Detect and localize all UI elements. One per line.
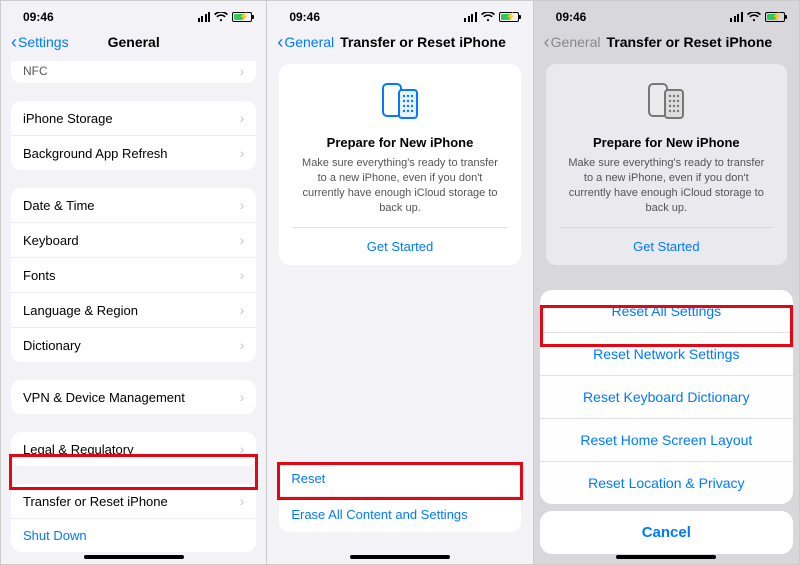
wifi-icon (214, 12, 228, 22)
wifi-icon (481, 12, 495, 22)
chevron-right-icon: › (240, 63, 245, 79)
prepare-card: Prepare for New iPhone Make sure everyth… (279, 64, 520, 265)
opt-reset-all-settings[interactable]: Reset All Settings (540, 290, 793, 332)
panel-body: Prepare for New iPhone Make sure everyth… (267, 61, 532, 564)
row-label: iPhone Storage (23, 111, 113, 126)
cellular-icon (730, 12, 743, 22)
row-label: NFC (23, 64, 48, 78)
nav-title: Transfer or Reset iPhone (340, 34, 506, 50)
settings-group: NFC › (11, 61, 256, 83)
chevron-right-icon: › (240, 232, 245, 248)
row-label: Transfer or Reset iPhone (23, 494, 168, 509)
row-label: VPN & Device Management (23, 390, 185, 405)
battery-icon: ⚡ (499, 12, 519, 22)
row-fonts[interactable]: Fonts › (11, 257, 256, 292)
row-nfc[interactable]: NFC › (11, 61, 256, 83)
cancel-button[interactable]: Cancel (540, 511, 793, 554)
row-dictionary[interactable]: Dictionary › (11, 327, 256, 362)
settings-group: Transfer or Reset iPhone › Shut Down (11, 484, 256, 552)
get-started-button[interactable]: Get Started (293, 227, 506, 265)
row-erase-all[interactable]: Erase All Content and Settings (279, 496, 520, 532)
opt-reset-network-settings[interactable]: Reset Network Settings (540, 332, 793, 375)
chevron-right-icon: › (240, 389, 245, 405)
status-bar: 09:46 ⚡ (534, 1, 799, 27)
wifi-icon (747, 12, 761, 22)
row-bg-app-refresh[interactable]: Background App Refresh › (11, 135, 256, 170)
chevron-right-icon: › (240, 441, 245, 457)
cellular-icon (464, 12, 477, 22)
chevron-right-icon: › (240, 110, 245, 126)
status-bar: 09:46 ⚡ (267, 1, 532, 27)
battery-icon: ⚡ (232, 12, 252, 22)
status-time: 09:46 (556, 10, 587, 24)
row-iphone-storage[interactable]: iPhone Storage › (11, 101, 256, 135)
row-language-region[interactable]: Language & Region › (11, 292, 256, 327)
home-indicator (616, 555, 716, 559)
opt-reset-location-privacy[interactable]: Reset Location & Privacy (540, 461, 793, 504)
chevron-right-icon: › (240, 267, 245, 283)
row-transfer-reset[interactable]: Transfer or Reset iPhone › (11, 484, 256, 518)
row-label: Shut Down (23, 528, 87, 543)
panel-reset-sheet: 09:46 ⚡ ‹ General Transfer or Reset iPho… (533, 1, 799, 564)
chevron-left-icon: ‹ (11, 33, 17, 51)
status-bar: 09:46 ⚡ (1, 1, 266, 27)
opt-reset-home-screen-layout[interactable]: Reset Home Screen Layout (540, 418, 793, 461)
row-keyboard[interactable]: Keyboard › (11, 222, 256, 257)
row-label: Language & Region (23, 303, 138, 318)
chevron-right-icon: › (240, 145, 245, 161)
row-label: Fonts (23, 268, 56, 283)
row-label: Keyboard (23, 233, 79, 248)
panel-body: Prepare for New iPhone Make sure everyth… (534, 61, 799, 564)
back-button: ‹ General (544, 33, 601, 51)
chevron-right-icon: › (240, 337, 245, 353)
chevron-right-icon: › (240, 302, 245, 318)
back-button[interactable]: ‹ General (277, 33, 334, 51)
transfer-phones-icon (293, 80, 506, 127)
nav-title: Transfer or Reset iPhone (606, 34, 772, 50)
cellular-icon (198, 12, 211, 22)
nav-bar: ‹ General Transfer or Reset iPhone (534, 27, 799, 61)
back-label: General (284, 34, 334, 50)
settings-group: Date & Time › Keyboard › Fonts › Language &… (11, 188, 256, 362)
bottom-actions: Reset Erase All Content and Settings (279, 461, 520, 532)
row-legal-regulatory[interactable]: Legal & Regulatory › (11, 432, 256, 466)
card-body: Make sure everything's ready to transfer… (293, 156, 506, 227)
action-sheet-overlay: Reset All Settings Reset Network Setting… (534, 61, 799, 564)
card-heading: Prepare for New iPhone (293, 135, 506, 150)
action-sheet: Reset All Settings Reset Network Setting… (540, 290, 793, 504)
row-label: Legal & Regulatory (23, 442, 134, 457)
panel-general: 09:46 ⚡ ‹ Settings General NFC › (1, 1, 266, 564)
chevron-right-icon: › (240, 493, 245, 509)
nav-bar: ‹ General Transfer or Reset iPhone (267, 27, 532, 61)
row-shut-down[interactable]: Shut Down (11, 518, 256, 552)
row-vpn-device-mgmt[interactable]: VPN & Device Management › (11, 380, 256, 414)
home-indicator (84, 555, 184, 559)
row-label: Background App Refresh (23, 146, 168, 161)
back-label: General (551, 34, 601, 50)
battery-icon: ⚡ (765, 12, 785, 22)
panel-body: NFC › iPhone Storage › Background App Ref… (1, 61, 266, 564)
chevron-left-icon: ‹ (544, 33, 550, 51)
opt-reset-keyboard-dictionary[interactable]: Reset Keyboard Dictionary (540, 375, 793, 418)
settings-group: iPhone Storage › Background App Refresh › (11, 101, 256, 170)
row-label: Reset (291, 471, 325, 486)
back-label: Settings (18, 34, 69, 50)
row-label: Dictionary (23, 338, 81, 353)
row-label: Erase All Content and Settings (291, 507, 467, 522)
row-date-time[interactable]: Date & Time › (11, 188, 256, 222)
panel-transfer-reset: 09:46 ⚡ ‹ General Transfer or Reset iPho… (266, 1, 532, 564)
row-label: Date & Time (23, 198, 95, 213)
status-time: 09:46 (289, 10, 320, 24)
settings-group: VPN & Device Management › (11, 380, 256, 414)
nav-bar: ‹ Settings General (1, 27, 266, 61)
status-time: 09:46 (23, 10, 54, 24)
home-indicator (350, 555, 450, 559)
row-reset[interactable]: Reset (279, 461, 520, 496)
chevron-left-icon: ‹ (277, 33, 283, 51)
back-button[interactable]: ‹ Settings (11, 33, 69, 51)
settings-group: Legal & Regulatory › (11, 432, 256, 466)
chevron-right-icon: › (240, 197, 245, 213)
